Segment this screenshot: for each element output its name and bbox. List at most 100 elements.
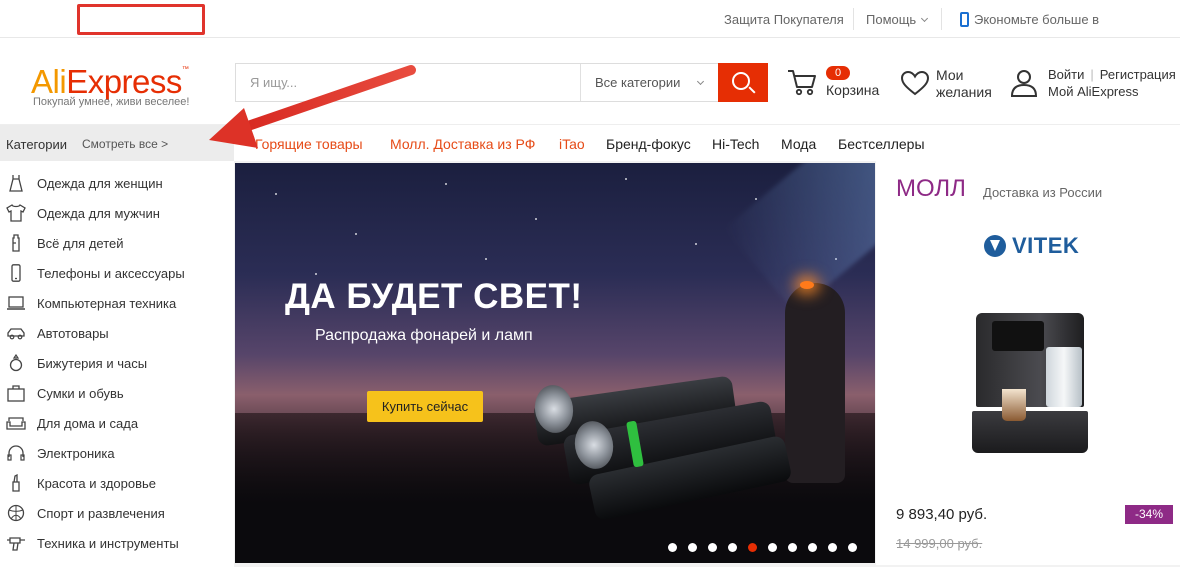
- wishlist-link[interactable]: Мои желания: [936, 67, 992, 101]
- sidebar-item-label: Телефоны и аксессуары: [37, 266, 185, 281]
- star-decoration: [315, 273, 317, 275]
- search-input[interactable]: [236, 64, 579, 101]
- person-silhouette: [785, 283, 845, 483]
- promo-banner[interactable]: ДА БУДЕТ СВЕТ! Распродажа фонарей и ламп…: [235, 163, 875, 563]
- search-category-label: Все категории: [595, 75, 681, 90]
- machine-tank: [1046, 347, 1082, 407]
- carousel-dot[interactable]: [748, 543, 757, 552]
- star-decoration: [625, 178, 627, 180]
- carousel-dot[interactable]: [728, 543, 737, 552]
- machine-base: [972, 411, 1088, 453]
- annotation-highlight-box: [77, 4, 205, 35]
- sidebar-item-label: Бижутерия и часы: [37, 356, 148, 371]
- logo-express-text: Express: [66, 63, 182, 100]
- banner-subtitle: Распродажа фонарей и ламп: [315, 327, 533, 344]
- coffee-machine-image[interactable]: [972, 307, 1088, 459]
- cart-count-badge: 0: [826, 66, 850, 80]
- sidebar-item-label: Для дома и сада: [37, 416, 139, 431]
- sidebar-item-sport[interactable]: Спорт и развлечения: [0, 498, 234, 528]
- search-category-select[interactable]: Все категории: [580, 64, 718, 101]
- chevron-down-icon: [921, 14, 929, 23]
- product-price: 9 893,40 руб.: [896, 506, 988, 523]
- nav-fashion[interactable]: Мода: [781, 136, 816, 152]
- sidebar-item-label: Одежда для женщин: [37, 176, 163, 191]
- sidebar-item-label: Красота и здоровье: [37, 476, 157, 491]
- sidebar-item-women[interactable]: Одежда для женщин: [0, 168, 234, 198]
- shirt-icon: [6, 204, 26, 222]
- sofa-icon: [6, 417, 26, 430]
- heart-icon[interactable]: [900, 70, 930, 96]
- app-promo-link[interactable]: Экономьте больше в приложении!: [960, 0, 1180, 67]
- divider: |: [1090, 67, 1094, 82]
- see-all-link[interactable]: Смотреть все >: [82, 137, 168, 151]
- carousel-dot[interactable]: [808, 543, 817, 552]
- carousel-dot[interactable]: [768, 543, 777, 552]
- laptop-icon: [7, 296, 25, 310]
- carousel-dot[interactable]: [828, 543, 837, 552]
- help-menu[interactable]: Помощь: [866, 0, 929, 38]
- nav-bestsellers[interactable]: Бестселлеры: [838, 136, 925, 152]
- mall-panel[interactable]: МОЛЛ Доставка из России VITEK 9 893,40 р…: [876, 161, 1180, 565]
- mall-title: МОЛЛ: [896, 175, 966, 202]
- nav-itao[interactable]: iTao: [559, 136, 585, 152]
- logo-ali-text: Ali: [31, 63, 67, 100]
- divider: [941, 8, 942, 30]
- chevron-down-icon: [697, 77, 705, 86]
- baby-bottle-icon: [12, 234, 20, 252]
- user-icon[interactable]: [1009, 68, 1039, 98]
- nav-hi-tech[interactable]: Hi-Tech: [712, 136, 759, 152]
- buyer-protection-link[interactable]: Защита Покупателя: [724, 0, 844, 38]
- star-decoration: [535, 218, 537, 220]
- carousel-dot[interactable]: [788, 543, 797, 552]
- carousel-dot[interactable]: [668, 543, 677, 552]
- carousel-dot[interactable]: [688, 543, 697, 552]
- carousel-dot[interactable]: [848, 543, 857, 552]
- machine-panel: [992, 321, 1044, 351]
- sidebar-item-label: Техника и инструменты: [37, 536, 179, 551]
- buy-now-button[interactable]: Купить сейчас: [367, 391, 483, 422]
- sidebar-item-phones[interactable]: Телефоны и аксессуары: [0, 258, 234, 288]
- product-old-price: 14 999,00 руб.: [896, 536, 983, 551]
- sidebar-item-label: Компьютерная техника: [37, 296, 177, 311]
- sidebar-item-label: Всё для детей: [37, 236, 124, 251]
- sidebar-item-label: Электроника: [37, 446, 115, 461]
- coffee-cup: [1002, 389, 1026, 421]
- drill-icon: [7, 537, 25, 551]
- star-decoration: [355, 233, 357, 235]
- mall-subtitle: Доставка из России: [983, 185, 1103, 200]
- my-aliexpress-link[interactable]: Мой AliExpress: [1048, 84, 1139, 99]
- sidebar-item-computers[interactable]: Компьютерная техника: [0, 288, 234, 318]
- sidebar-item-kids[interactable]: Всё для детей: [0, 228, 234, 258]
- sidebar-item-beauty[interactable]: Красота и здоровье: [0, 468, 234, 498]
- sidebar-item-home[interactable]: Для дома и сада: [0, 408, 234, 438]
- star-decoration: [445, 183, 447, 185]
- car-icon: [7, 328, 25, 340]
- cart-link[interactable]: Корзина: [826, 82, 879, 98]
- sidebar-item-label: Спорт и развлечения: [37, 506, 165, 521]
- register-link[interactable]: Регистрация: [1100, 67, 1176, 82]
- sidebar-item-jewelry[interactable]: Бижутерия и часы: [0, 348, 234, 378]
- aliexpress-logo[interactable]: AliExpress™: [31, 52, 189, 100]
- search-button[interactable]: [718, 63, 768, 102]
- cart-icon[interactable]: [786, 67, 818, 97]
- sidebar-item-label: Одежда для мужчин: [37, 206, 160, 221]
- carousel-dot[interactable]: [708, 543, 717, 552]
- headlamp-glow: [800, 281, 814, 289]
- sidebar-item-electronics[interactable]: Электроника: [0, 438, 234, 468]
- login-link[interactable]: Войти: [1048, 67, 1084, 82]
- wishlist-line1: Мои: [936, 67, 964, 83]
- categories-header: Категории Смотреть все >: [0, 125, 234, 162]
- sidebar-item-bags[interactable]: Сумки и обувь: [0, 378, 234, 408]
- nav-brand-focus[interactable]: Бренд-фокус: [606, 136, 691, 152]
- banner-title: ДА БУДЕТ СВЕТ!: [285, 277, 583, 316]
- ball-icon: [7, 504, 25, 522]
- sidebar-item-auto[interactable]: Автотовары: [0, 318, 234, 348]
- nav-mall-russia[interactable]: Молл. Доставка из РФ: [390, 136, 535, 152]
- sidebar-item-tools[interactable]: Техника и инструменты: [0, 528, 234, 558]
- ring-icon: [9, 354, 23, 372]
- lipstick-icon: [12, 474, 20, 492]
- headphones-icon: [7, 445, 25, 461]
- category-sidebar: Одежда для женщин Одежда для мужчин Всё …: [0, 161, 234, 567]
- sidebar-item-men[interactable]: Одежда для мужчин: [0, 198, 234, 228]
- nav-hot-deals[interactable]: Горящие товары: [255, 136, 363, 152]
